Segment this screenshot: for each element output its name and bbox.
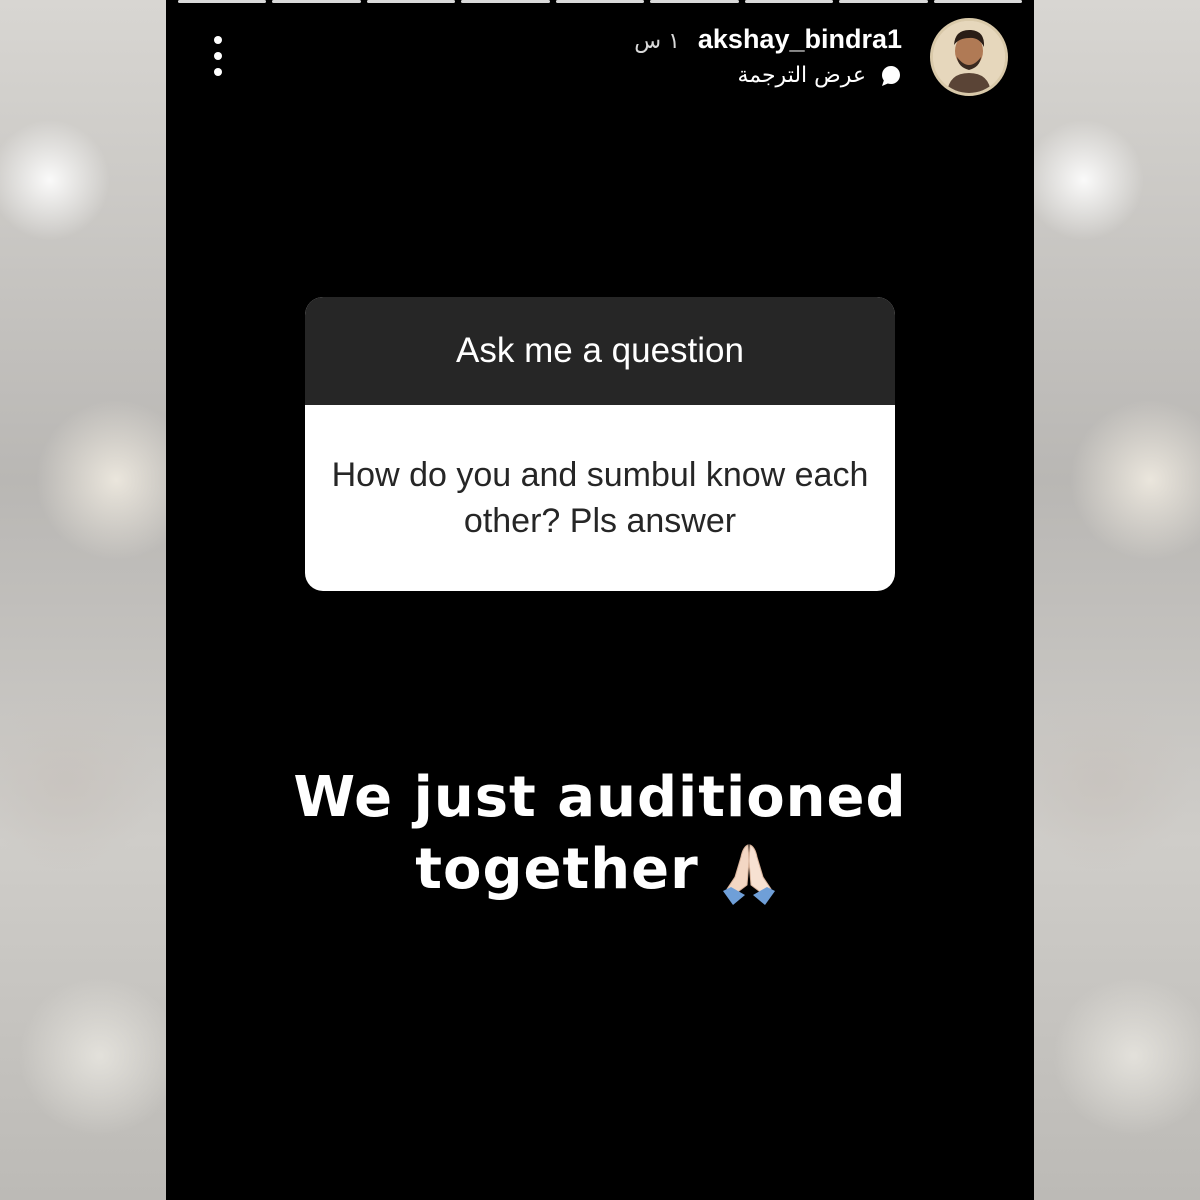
- progress-segment: [744, 0, 834, 3]
- folded-hands-icon: [713, 841, 785, 905]
- progress-segment: [366, 0, 456, 3]
- timestamp: ١ س: [634, 29, 680, 54]
- menu-dot: [214, 52, 222, 60]
- see-translation-label: عرض الترجمة: [737, 63, 866, 88]
- user-line: ١ س akshay_bindra1: [634, 24, 902, 55]
- story-header: ١ س akshay_bindra1 عرض الترجمة: [634, 18, 1008, 96]
- more-options-icon[interactable]: [208, 36, 228, 76]
- question-text: How do you and sumbul know each other? P…: [331, 456, 869, 540]
- avatar[interactable]: [930, 18, 1008, 96]
- progress-segment: [839, 0, 928, 3]
- question-sticker-title: Ask me a question: [305, 297, 895, 405]
- progress-segment: [272, 0, 361, 3]
- question-sticker: Ask me a question How do you and sumbul …: [305, 297, 895, 591]
- background-left: [0, 0, 166, 1200]
- progress-segment: [933, 0, 1022, 3]
- menu-dot: [214, 36, 222, 44]
- username[interactable]: akshay_bindra1: [698, 24, 902, 55]
- profile-photo-icon: [933, 21, 1005, 93]
- progress-segment: [178, 0, 267, 3]
- answer-line-2-wrap: together: [166, 834, 1034, 906]
- speech-bubble-icon: [880, 65, 902, 87]
- progress-segment: [650, 0, 739, 3]
- see-translation-button[interactable]: عرض الترجمة: [737, 63, 902, 88]
- story-progress-bars: [178, 0, 1022, 3]
- progress-segment: [555, 0, 645, 3]
- answer-line-1: We just auditioned: [293, 765, 907, 830]
- background-right: [1034, 0, 1200, 1200]
- menu-dot: [214, 68, 222, 76]
- story-viewer: ١ س akshay_bindra1 عرض الترجمة Ask me a …: [166, 0, 1034, 1200]
- progress-segment: [461, 0, 550, 3]
- answer-line-2: together: [415, 837, 699, 902]
- answer-caption: We just auditioned together: [166, 762, 1034, 906]
- story-header-text: ١ س akshay_bindra1 عرض الترجمة: [634, 18, 902, 88]
